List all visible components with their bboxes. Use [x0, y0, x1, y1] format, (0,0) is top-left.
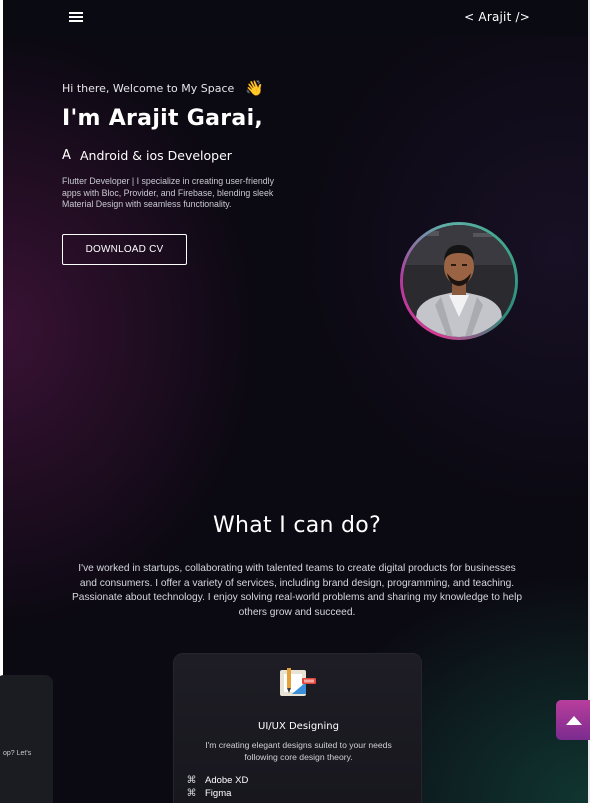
- portfolio-page: < Arajit /> Hi there, Welcome to My Spac…: [0, 0, 590, 803]
- service-card-description: I'm creating elegant designs suited to y…: [205, 740, 392, 762]
- services-description: I've worked in startups, collaborating w…: [71, 563, 523, 618]
- tool-item-figma: ⌘ Figma: [186, 788, 232, 799]
- tool-label: Figma: [205, 788, 232, 799]
- site-logo[interactable]: < Arajit />: [464, 10, 530, 24]
- profile-photo: [403, 225, 515, 337]
- role-prefix: A: [62, 148, 71, 163]
- service-card-partial-left[interactable]: [0, 675, 53, 803]
- top-navbar: < Arajit />: [3, 0, 588, 36]
- hero-bio: Flutter Developer | I specialize in crea…: [62, 176, 275, 210]
- scroll-to-top-button[interactable]: [556, 700, 590, 740]
- arrow-up-icon: [566, 715, 582, 725]
- services-title: What I can do?: [212, 513, 382, 538]
- hero-greeting: Hi there, Welcome to My Space: [62, 82, 235, 95]
- download-cv-button[interactable]: DOWNLOAD CV: [62, 234, 187, 265]
- service-card-uiux[interactable]: UI/UX Designing I'm creating elegant des…: [173, 653, 422, 803]
- hamburger-menu-icon[interactable]: [69, 12, 83, 24]
- waving-hand-icon: 👋: [245, 79, 264, 97]
- hero-role: Android & ios Developer: [80, 148, 232, 163]
- profile-photo-illustration: [403, 225, 515, 337]
- figma-icon: ⌘: [186, 788, 197, 799]
- hero-name: I'm Arajit Garai,: [62, 106, 264, 131]
- tool-item-adobe-xd: ⌘ Adobe XD: [186, 775, 249, 786]
- design-tools-icon: [280, 668, 316, 696]
- service-card-title: UI/UX Designing: [258, 721, 339, 732]
- adobe-xd-icon: ⌘: [186, 775, 197, 786]
- tool-label: Adobe XD: [205, 775, 249, 786]
- service-card-partial-text: op? Let's: [3, 750, 32, 757]
- avatar-ring: [400, 222, 518, 340]
